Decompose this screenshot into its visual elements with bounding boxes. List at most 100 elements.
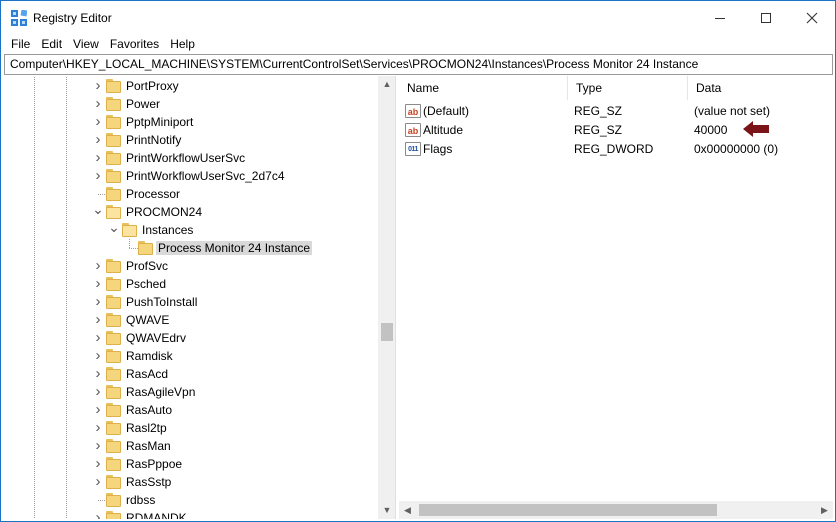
close-button[interactable] (789, 1, 835, 35)
chevron-right-icon[interactable]: › (92, 78, 104, 93)
scroll-left-icon[interactable]: ◀ (399, 501, 416, 519)
tree-item-label[interactable]: Instances (140, 223, 195, 237)
menu-file[interactable]: File (6, 35, 35, 53)
tree-item[interactable]: › RasPppoe (4, 455, 378, 473)
tree-item[interactable]: › PptpMiniport (4, 113, 378, 131)
tree-item-label[interactable]: Power (124, 97, 162, 111)
tree-item-label[interactable]: rdbss (124, 493, 157, 507)
chevron-right-icon[interactable]: › (92, 294, 104, 309)
tree-item[interactable]: › QWAVE (4, 311, 378, 329)
values-scroll-thumb[interactable] (419, 504, 717, 516)
chevron-right-icon[interactable]: › (92, 132, 104, 147)
chevron-right-icon[interactable]: › (92, 438, 104, 453)
values-pane[interactable]: Name Type Data ab (Default) REG_SZ (value n… (399, 76, 833, 519)
minimize-button[interactable] (697, 1, 743, 35)
tree-item[interactable]: › QWAVEdrv (4, 329, 378, 347)
column-header-data[interactable]: Data (688, 76, 833, 100)
chevron-right-icon[interactable]: › (92, 96, 104, 111)
chevron-right-icon[interactable]: › (92, 348, 104, 363)
key-tree-pane[interactable]: › PortProxy › Power › PptpMiniport › PrintNotif… (4, 76, 396, 519)
tree-item[interactable]: › PushToInstall (4, 293, 378, 311)
chevron-right-icon[interactable]: › (92, 114, 104, 129)
tree-item-label[interactable]: RasAcd (124, 367, 170, 381)
menu-help[interactable]: Help (165, 35, 200, 53)
chevron-right-icon[interactable]: › (92, 420, 104, 435)
tree-vertical-scrollbar[interactable]: ▲ ▼ (378, 76, 395, 519)
values-horizontal-scrollbar[interactable]: ◀ ▶ (399, 501, 833, 519)
tree-item[interactable]: rdbss (4, 491, 378, 509)
scroll-down-icon[interactable]: ▼ (378, 502, 395, 519)
tree-item[interactable]: ⌄ Instances (4, 220, 378, 239)
chevron-right-icon[interactable]: › (92, 474, 104, 489)
chevron-right-icon[interactable]: › (92, 330, 104, 345)
tree-item[interactable]: › RasMan (4, 437, 378, 455)
tree-item-label[interactable]: QWAVEdrv (124, 331, 188, 345)
tree-scroll-thumb[interactable] (381, 323, 393, 341)
chevron-right-icon[interactable]: › (92, 276, 104, 291)
menu-view[interactable]: View (68, 35, 104, 53)
tree-item-label[interactable]: PrintWorkflowUserSvc_2d7c4 (124, 169, 287, 183)
tree-item[interactable]: › PrintNotify (4, 131, 378, 149)
tree-item-label[interactable]: ProfSvc (124, 259, 170, 273)
value-row[interactable]: ab (Default) REG_SZ (value not set) (399, 102, 833, 121)
tree-item[interactable]: › RasAcd (4, 365, 378, 383)
tree-item-label[interactable]: RasSstp (124, 475, 173, 489)
tree-item-label[interactable]: Ramdisk (124, 349, 175, 363)
tree-item-label[interactable]: RasPppoe (124, 457, 184, 471)
tree-item-label[interactable]: PushToInstall (124, 295, 199, 309)
tree-item-label[interactable]: Process Monitor 24 Instance (156, 241, 313, 255)
value-row[interactable]: 011 Flags REG_DWORD 0x00000000 (0) (399, 140, 833, 159)
scroll-up-icon[interactable]: ▲ (378, 76, 395, 93)
tree-item-label[interactable]: RDMANDK (124, 511, 189, 519)
tree-item-label[interactable]: Rasl2tp (124, 421, 169, 435)
tree-item[interactable]: ⌄ PROCMON24 (4, 202, 378, 221)
chevron-right-icon[interactable]: › (92, 366, 104, 381)
column-header-type[interactable]: Type (568, 76, 688, 100)
tree-item[interactable]: › RasAuto (4, 401, 378, 419)
tree-item[interactable]: › PrintWorkflowUserSvc_2d7c4 (4, 167, 378, 185)
tree-item[interactable]: › Ramdisk (4, 347, 378, 365)
tree-item[interactable]: › Psched (4, 275, 378, 293)
chevron-right-icon[interactable]: › (92, 258, 104, 273)
menu-edit[interactable]: Edit (36, 35, 67, 53)
tree-item-label[interactable]: PptpMiniport (124, 115, 195, 129)
chevron-down-icon[interactable]: ⌄ (92, 202, 104, 218)
tree-item[interactable]: › RasAgileVpn (4, 383, 378, 401)
column-header-name[interactable]: Name (399, 76, 568, 100)
tree-guide-line (34, 257, 35, 275)
scroll-right-icon[interactable]: ▶ (816, 501, 833, 519)
tree-item[interactable]: › PortProxy (4, 77, 378, 95)
chevron-right-icon[interactable]: › (92, 384, 104, 399)
tree-item[interactable]: › RasSstp (4, 473, 378, 491)
tree-item[interactable]: › Power (4, 95, 378, 113)
folder-icon-body (106, 153, 121, 165)
tree-item-label[interactable]: Psched (124, 277, 168, 291)
tree-item-label[interactable]: RasAgileVpn (124, 385, 197, 399)
tree-item-label[interactable]: RasMan (124, 439, 173, 453)
tree-item-label[interactable]: PROCMON24 (124, 205, 204, 219)
menu-favorites[interactable]: Favorites (105, 35, 164, 53)
chevron-right-icon[interactable]: › (92, 168, 104, 183)
tree-item[interactable]: › RDMANDK (4, 509, 378, 519)
tree-item[interactable]: › PrintWorkflowUserSvc (4, 149, 378, 167)
chevron-down-icon[interactable]: ⌄ (108, 220, 120, 236)
maximize-button[interactable] (743, 1, 789, 35)
tree-item-label[interactable]: RasAuto (124, 403, 174, 417)
tree-item[interactable]: Process Monitor 24 Instance (4, 239, 378, 257)
tree-item-label[interactable]: PrintWorkflowUserSvc (124, 151, 247, 165)
tree-item[interactable]: Processor (4, 185, 378, 203)
tree-item[interactable]: › ProfSvc (4, 257, 378, 275)
chevron-right-icon[interactable]: › (92, 150, 104, 165)
tree-item-label[interactable]: PortProxy (124, 79, 181, 93)
title-bar[interactable]: Registry Editor (1, 1, 835, 35)
tree-item[interactable]: › Rasl2tp (4, 419, 378, 437)
chevron-right-icon[interactable]: › (92, 510, 104, 519)
chevron-right-icon[interactable]: › (92, 456, 104, 471)
value-data: 40000 (694, 123, 728, 137)
tree-item-label[interactable]: Processor (124, 187, 182, 201)
tree-item-label[interactable]: QWAVE (124, 313, 171, 327)
tree-item-label[interactable]: PrintNotify (124, 133, 183, 147)
address-bar[interactable]: Computer\HKEY_LOCAL_MACHINE\SYSTEM\Curre… (4, 54, 833, 75)
chevron-right-icon[interactable]: › (92, 402, 104, 417)
chevron-right-icon[interactable]: › (92, 312, 104, 327)
